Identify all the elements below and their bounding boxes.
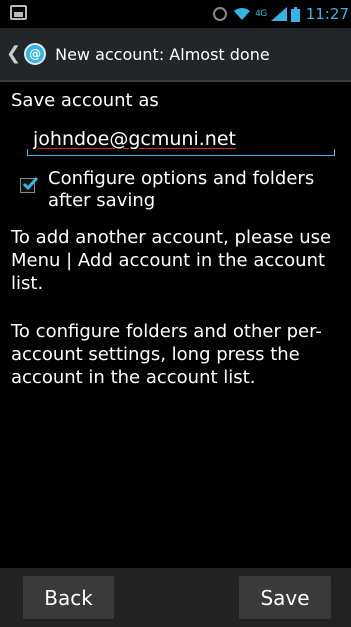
configure-options-label: Configure options and folders after savi… (48, 168, 315, 211)
status-bar: 4G 11:27 (0, 0, 351, 28)
bottom-button-bar: Back Save (0, 568, 351, 627)
configure-options-row[interactable]: Configure options and folders after savi… (20, 168, 340, 212)
save-account-as-label: Save account as (11, 90, 159, 111)
screenshot-notification-icon (10, 5, 27, 20)
battery-icon (290, 6, 300, 22)
signal-strength-icon (270, 7, 287, 21)
status-icons: 4G 11:27 (213, 0, 351, 28)
action-bar: ❮ @ New account: Almost done (0, 28, 351, 82)
status-clock: 11:27 (305, 5, 349, 23)
back-chevron-icon[interactable]: ❮ (6, 43, 21, 64)
configure-folders-info-text: To configure folders and other per-accou… (11, 321, 322, 388)
wifi-icon (233, 7, 251, 21)
page-title: New account: Almost done (55, 44, 270, 64)
app-logo-icon[interactable]: @ (24, 43, 47, 65)
alarm-icon (213, 7, 228, 21)
account-name-input[interactable] (27, 122, 341, 155)
configure-options-checkbox[interactable] (20, 176, 38, 193)
back-button[interactable]: Back (23, 576, 114, 619)
add-account-info-text: To add another account, please use Menu … (11, 227, 332, 294)
account-name-field[interactable] (27, 122, 341, 156)
save-button[interactable]: Save (239, 576, 331, 619)
network-type-label: 4G (255, 9, 267, 19)
checkmark-icon (22, 176, 38, 191)
